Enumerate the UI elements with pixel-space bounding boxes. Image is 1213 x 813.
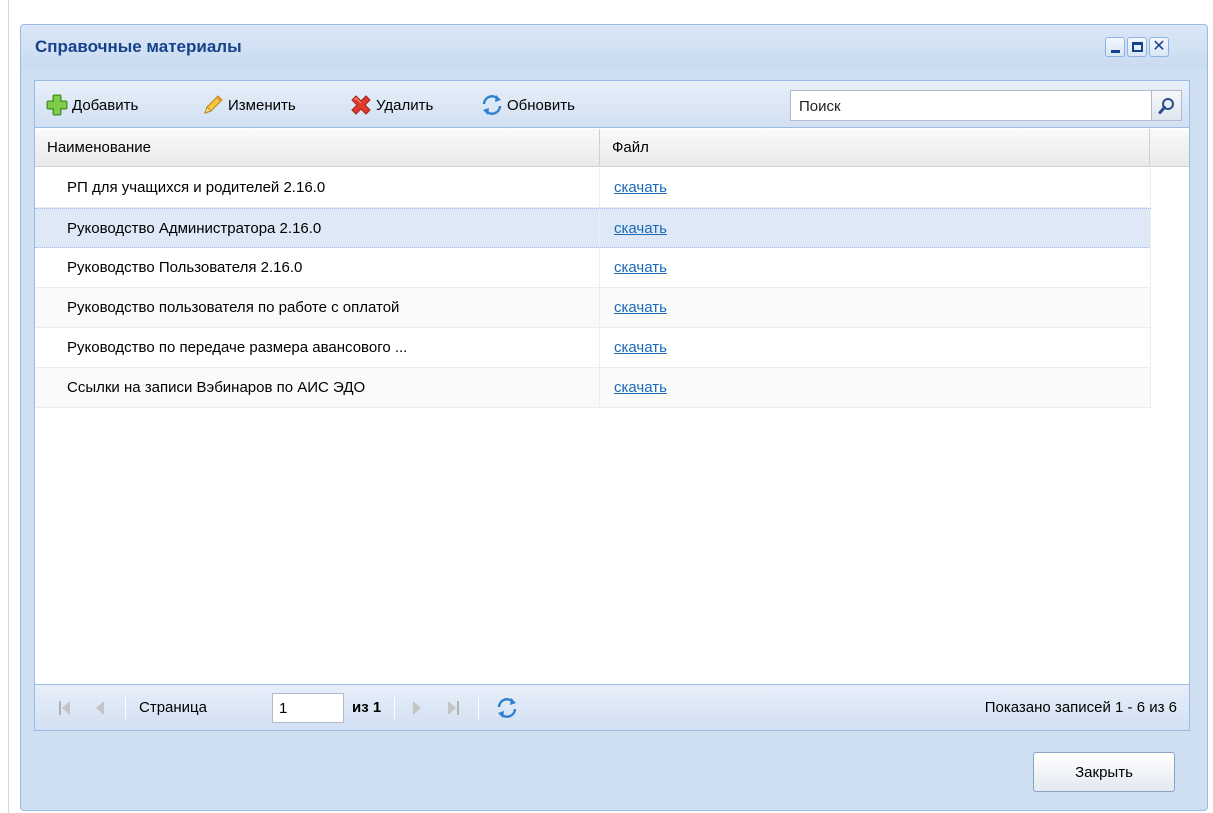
prev-page-icon[interactable] [93, 699, 107, 717]
download-link[interactable]: скачать [614, 299, 667, 316]
download-link[interactable]: скачать [614, 220, 667, 237]
download-link[interactable]: скачать [614, 179, 667, 196]
row-file-cell: скачать [600, 168, 1151, 207]
records-info: Показано записей 1 - 6 из 6 [984, 699, 1177, 716]
row-name-cell: Руководство Администратора 2.16.0 [35, 209, 600, 248]
table-row[interactable]: Руководство Администратора 2.16.0 скачат… [35, 208, 1151, 248]
row-file-cell: скачать [600, 328, 1151, 367]
row-file-cell: скачать [600, 288, 1151, 327]
row-name-cell: Руководство пользователя по работе с опл… [35, 288, 600, 327]
download-link[interactable]: скачать [614, 379, 667, 396]
edit-button-label: Изменить [228, 96, 296, 114]
edit-button[interactable]: Изменить [201, 93, 296, 117]
maximize-button[interactable] [1127, 37, 1147, 57]
first-page-icon[interactable] [57, 699, 73, 717]
delete-button[interactable]: Удалить [349, 93, 433, 117]
page-count-label: из 1 [352, 699, 382, 716]
grid-toolbar: Добавить Изменить Удалить Обновить Поиск [35, 81, 1189, 128]
search-box [790, 90, 1182, 121]
table-row[interactable]: Ссылки на записи Вэбинаров по АИС ЭДО ск… [35, 368, 1151, 408]
row-name-cell: Руководство по передаче размера авансово… [35, 328, 600, 367]
grid-body: РП для учащихся и родителей 2.16.0 скача… [35, 168, 1151, 408]
plus-icon [46, 94, 68, 116]
pager-separator [478, 697, 479, 719]
column-header-file[interactable]: Файл [600, 129, 1150, 166]
column-header-name-label: Наименование [47, 139, 151, 156]
page-left-edge [8, 0, 9, 813]
next-page-icon[interactable] [410, 699, 424, 717]
grid-header: Наименование Файл [35, 129, 1189, 167]
table-row[interactable]: РП для учащихся и родителей 2.16.0 скача… [35, 168, 1151, 208]
minimize-icon [1110, 49, 1120, 53]
refresh-button[interactable]: Обновить [480, 93, 575, 117]
add-button[interactable]: Добавить [45, 93, 138, 117]
table-row[interactable]: Руководство Пользователя 2.16.0 скачать [35, 248, 1151, 288]
row-name-cell: Руководство Пользователя 2.16.0 [35, 248, 600, 287]
pager-separator [394, 697, 395, 719]
reference-materials-window: Справочные материалы ✕ Добавить Изменить… [20, 24, 1208, 811]
add-button-label: Добавить [72, 96, 139, 114]
table-row[interactable]: Руководство пользователя по работе с опл… [35, 288, 1151, 328]
download-link[interactable]: скачать [614, 339, 667, 356]
window-title: Справочные материалы [35, 37, 242, 56]
pager-separator [125, 697, 126, 719]
row-file-cell: скачать [600, 209, 1151, 248]
search-button[interactable] [1151, 91, 1181, 120]
close-icon: ✕ [1152, 38, 1166, 55]
row-name-cell: Ссылки на записи Вэбинаров по АИС ЭДО [35, 368, 600, 407]
column-header-file-label: Файл [612, 139, 649, 156]
row-name-cell: РП для учащихся и родителей 2.16.0 [35, 168, 600, 207]
minimize-button[interactable] [1105, 37, 1125, 57]
page-label: Страница [139, 699, 207, 716]
delete-button-label: Удалить [376, 96, 434, 114]
refresh-button-label: Обновить [507, 96, 575, 114]
pencil-icon [204, 95, 223, 114]
delete-icon [351, 95, 371, 115]
close-window-button[interactable]: ✕ [1149, 37, 1169, 57]
search-icon [1158, 97, 1174, 114]
grid-panel: Добавить Изменить Удалить Обновить Поиск… [34, 80, 1190, 731]
row-file-cell: скачать [600, 248, 1151, 287]
search-input[interactable] [791, 91, 1151, 120]
row-file-cell: скачать [600, 368, 1151, 407]
close-button[interactable]: Закрыть [1033, 752, 1175, 792]
table-row[interactable]: Руководство по передаче размера авансово… [35, 328, 1151, 368]
maximize-icon [1131, 42, 1143, 52]
paging-toolbar: Страница из 1 Показано записей 1 - 6 из … [35, 684, 1189, 730]
refresh-icon [482, 95, 502, 115]
refresh-icon[interactable] [495, 696, 519, 720]
download-link[interactable]: скачать [614, 259, 667, 276]
page-number-input[interactable] [272, 693, 344, 723]
column-header-name[interactable]: Наименование [35, 129, 600, 166]
window-titlebar[interactable]: Справочные материалы ✕ [21, 25, 1207, 69]
last-page-icon[interactable] [445, 699, 461, 717]
